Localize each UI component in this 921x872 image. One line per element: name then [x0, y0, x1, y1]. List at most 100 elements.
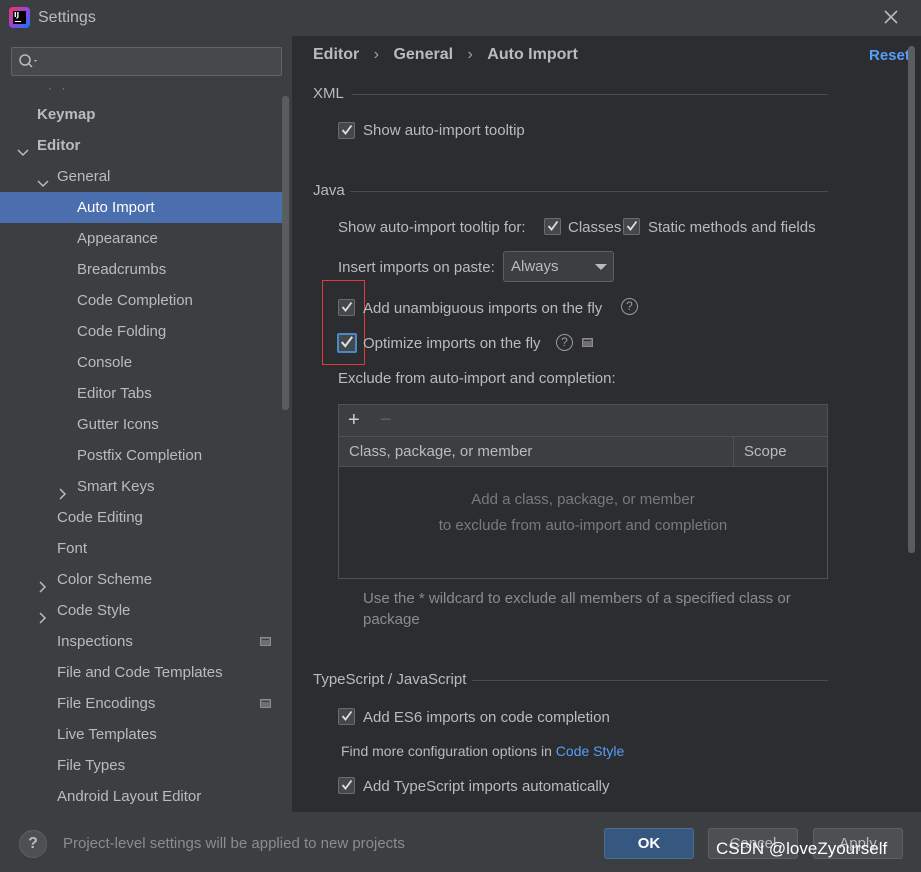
sidebar-item-keymap[interactable]: Keymap — [0, 99, 292, 130]
sidebar-item-code-editing[interactable]: Code Editing — [0, 502, 292, 533]
add-icon[interactable]: + — [348, 409, 360, 432]
sidebar-item-auto-import[interactable]: Auto Import — [0, 192, 282, 223]
settings-content: Editor › General › Auto Import Reset XML… — [292, 36, 921, 812]
sidebar-item-label: Appearance — [77, 230, 158, 247]
breadcrumb-general[interactable]: General — [393, 46, 453, 64]
content-scrollbar[interactable] — [908, 46, 915, 553]
chevron-right-icon[interactable] — [37, 604, 49, 624]
section-divider — [352, 94, 828, 95]
sidebar-item-label: Gutter Icons — [77, 416, 159, 433]
sidebar-item-smart-keys[interactable]: Smart Keys — [0, 471, 292, 502]
es6-imports-checkbox[interactable] — [338, 708, 355, 725]
section-title-typescript: TypeScript / JavaScript — [313, 671, 467, 688]
sidebar-item-label: Font — [57, 540, 88, 557]
static-methods-checkbox[interactable] — [623, 218, 640, 235]
sidebar-item-file-and-code-templates[interactable]: File and Code Templates — [0, 657, 292, 688]
sidebar-item-label: Editor — [37, 137, 81, 154]
breadcrumb: Editor › General › Auto Import — [313, 46, 578, 64]
sidebar-item-breadcrumbs[interactable]: Breadcrumbs — [0, 254, 292, 285]
help-button[interactable]: ? — [19, 830, 47, 858]
dropdown-arrow-icon — [595, 264, 607, 270]
ok-button[interactable]: OK — [604, 828, 694, 859]
sidebar-item-live-templates[interactable]: Live Templates — [0, 719, 292, 750]
sidebar-item-android-layout-editor[interactable]: Android Layout Editor — [0, 781, 292, 812]
section-title-java: Java — [313, 182, 345, 199]
breadcrumb-editor[interactable]: Editor — [313, 46, 359, 64]
sidebar-item-label: Inspections — [57, 633, 133, 650]
sidebar-item-font[interactable]: Font — [0, 533, 292, 564]
sidebar-item-label: Smart Keys — [77, 478, 155, 495]
sidebar-item-code-completion[interactable]: Code Completion — [0, 285, 292, 316]
optimize-imports-checkbox[interactable] — [337, 333, 357, 353]
help-icon[interactable]: ? — [556, 334, 573, 351]
search-icon — [18, 53, 40, 74]
sidebar-item-appearance[interactable]: Appearance — [0, 223, 292, 254]
sidebar-item-gutter-icons[interactable]: Gutter Icons — [0, 409, 292, 440]
sidebar-item-code-style[interactable]: Code Style — [0, 595, 292, 626]
column-header-scope[interactable]: Scope — [744, 443, 787, 460]
sidebar-item-general[interactable]: General — [0, 161, 292, 192]
sidebar-item-label: Color Scheme — [57, 571, 153, 588]
sidebar-item-postfix-completion[interactable]: Postfix Completion — [0, 440, 292, 471]
static-methods-label: Static methods and fields — [648, 219, 816, 236]
unambiguous-imports-label: Add unambiguous imports on the fly — [363, 300, 603, 317]
sidebar-item-file-types[interactable]: File Types — [0, 750, 292, 781]
show-auto-import-tooltip-label: Show auto-import tooltip — [363, 122, 525, 139]
wildcard-hint: Use the * wildcard to exclude all member… — [363, 590, 791, 628]
sidebar-item-console[interactable]: Console — [0, 347, 292, 378]
breadcrumb-separator: › — [373, 46, 379, 63]
intellij-logo-icon: IJ — [9, 7, 30, 28]
breadcrumb-separator: › — [467, 46, 473, 63]
sidebar-item-color-scheme[interactable]: Color Scheme — [0, 564, 292, 595]
settings-sidebar: · · Keymap Editor General Auto Import Ap… — [0, 36, 292, 812]
sidebar-item-label: General — [57, 168, 111, 185]
section-divider — [472, 680, 828, 681]
sidebar-item-label: Editor Tabs — [77, 385, 152, 402]
sidebar-item-label: Keymap — [37, 106, 96, 123]
show-auto-import-tooltip-checkbox[interactable] — [338, 122, 355, 139]
sidebar-scrollbar[interactable] — [282, 96, 289, 410]
sidebar-item-editor-tabs[interactable]: Editor Tabs — [0, 378, 292, 409]
sidebar-item-label: Code Editing — [57, 509, 143, 526]
sidebar-item-label: Android Layout Editor — [57, 788, 202, 805]
optimize-imports-label: Optimize imports on the fly — [363, 335, 541, 352]
exclude-table-toolbar: + − — [339, 405, 827, 436]
sidebar-item-label: File Encodings — [57, 695, 156, 712]
sidebar-item-code-folding[interactable]: Code Folding — [0, 316, 292, 347]
exclude-label: Exclude from auto-import and completion: — [338, 370, 616, 387]
sidebar-item-label: Live Templates — [57, 726, 157, 743]
more-config-text: Find more configuration options in Code … — [341, 743, 624, 759]
footer-status-text: Project-level settings will be applied t… — [63, 835, 405, 852]
remove-icon: − — [380, 409, 392, 431]
chevron-down-icon[interactable] — [17, 139, 29, 157]
insert-on-paste-select[interactable]: Always — [503, 251, 614, 282]
project-level-icon — [260, 699, 271, 708]
typescript-imports-checkbox[interactable] — [338, 777, 355, 794]
help-icon[interactable]: ? — [621, 298, 638, 315]
chevron-down-icon[interactable] — [37, 170, 49, 188]
settings-search[interactable] — [11, 47, 282, 76]
sidebar-item-label: File Types — [57, 757, 126, 774]
sidebar-item-label: Code Style — [57, 602, 131, 619]
close-icon[interactable] — [878, 6, 904, 30]
reset-link[interactable]: Reset — [869, 47, 910, 64]
search-input[interactable] — [42, 51, 277, 72]
empty-text-line2: to exclude from auto-import and completi… — [438, 517, 728, 534]
sidebar-item-inspections[interactable]: Inspections — [0, 626, 292, 657]
sidebar-item-label: Postfix Completion — [77, 447, 203, 464]
code-style-link[interactable]: Code Style — [556, 743, 624, 759]
chevron-right-icon[interactable] — [57, 480, 69, 500]
exclude-table-header: Class, package, or member Scope — [339, 436, 827, 467]
sidebar-item-file-encodings[interactable]: File Encodings — [0, 688, 292, 719]
more-config-prefix: Find more configuration options in — [341, 743, 556, 759]
section-title-xml: XML — [313, 85, 344, 102]
sidebar-item-label: Code Completion — [77, 292, 193, 309]
window-title: Settings — [38, 9, 96, 26]
sidebar-item-label: Console — [77, 354, 133, 371]
chevron-right-icon[interactable] — [37, 573, 49, 593]
unambiguous-imports-checkbox[interactable] — [338, 299, 355, 316]
sidebar-item-editor[interactable]: Editor — [0, 130, 292, 161]
classes-checkbox[interactable] — [544, 218, 561, 235]
column-header-class[interactable]: Class, package, or member — [349, 443, 532, 460]
es6-imports-label: Add ES6 imports on code completion — [363, 709, 610, 726]
